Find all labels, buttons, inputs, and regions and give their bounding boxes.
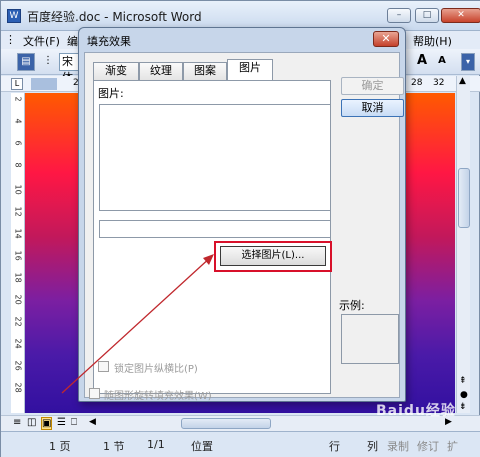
rotate-fill-checkbox[interactable] (89, 388, 100, 399)
vertical-ruler: 2 4 6 8 10 12 14 16 18 20 22 24 26 28 (11, 93, 25, 413)
ok-button[interactable]: 确定 (341, 77, 404, 95)
normal-view-icon[interactable]: ≡ (13, 417, 21, 428)
ruler-number: 24 (13, 338, 23, 349)
vertical-scrollbar[interactable]: ▲ ⇞ ● ⇟ (456, 76, 470, 413)
lock-ratio-label: 锁定图片纵横比(P) (114, 364, 198, 375)
tab-pattern[interactable]: 图案 (183, 62, 227, 80)
shrink-font-button[interactable]: A (433, 53, 451, 71)
ruler-number: 22 (13, 316, 23, 327)
ruler-number: 32 (433, 78, 445, 88)
print-view-icon[interactable]: ▣ (41, 417, 53, 430)
picture-label: 图片: (98, 87, 124, 100)
font-name-box[interactable]: 宋体 (59, 53, 79, 84)
status-record[interactable]: 录制 (387, 438, 409, 454)
next-page-icon[interactable]: ⇟ (459, 402, 467, 412)
save-icon[interactable]: ▤ (17, 53, 35, 71)
tab-gradient[interactable]: 渐变 (93, 62, 139, 80)
status-section: 1 节 (103, 440, 125, 453)
ruler-number: 28 (13, 382, 23, 393)
minimize-button[interactable]: – (387, 8, 411, 23)
grow-font-button[interactable]: A (413, 53, 431, 71)
close-button[interactable]: ✕ (441, 8, 480, 23)
menu-file[interactable]: 文件(F) (23, 33, 60, 49)
ruler-number: 20 (13, 294, 23, 305)
status-pages: 1/1 (147, 438, 165, 451)
dialog-body: 渐变 纹理 图案 图片 图片: 选择图片(L)... 锁定图片纵横比(P) 随图… (84, 52, 404, 402)
status-track[interactable]: 修订 (417, 438, 439, 454)
ruler-number: 4 (13, 118, 23, 124)
ruler-number: 26 (13, 360, 23, 371)
cancel-button[interactable]: 取消 (341, 99, 404, 117)
scroll-left-icon[interactable]: ◀ (89, 417, 96, 427)
select-browse-icon[interactable]: ● (460, 390, 468, 400)
outline-view-icon[interactable]: ☰ (57, 417, 66, 428)
ruler-number: 18 (13, 272, 23, 283)
prev-page-icon[interactable]: ⇞ (459, 376, 467, 386)
sample-preview (341, 314, 399, 364)
ruler-number: 10 (13, 184, 23, 195)
window-title: 百度经验.doc - Microsoft Word (27, 10, 202, 24)
web-view-icon[interactable]: ◫ (27, 417, 36, 428)
lock-ratio-checkbox[interactable] (98, 361, 109, 372)
picture-name-field (99, 220, 331, 238)
maximize-button[interactable]: □ (415, 8, 439, 23)
ruler-number: 6 (13, 140, 23, 146)
status-page: 1 页 (49, 440, 71, 453)
status-line: 行 (329, 440, 340, 453)
scroll-thumb[interactable] (458, 168, 470, 228)
status-bar: 1 页 1 节 1/1 位置 行 列 录制 修订 扩 (1, 431, 480, 457)
reading-view-icon[interactable]: ⎕ (71, 417, 77, 428)
ruler-number: 2 (13, 96, 23, 102)
ruler-number: 14 (13, 228, 23, 239)
scroll-up-icon[interactable]: ▲ (459, 76, 466, 86)
toolbar-grip-icon: ⋮ (43, 55, 53, 66)
sample-label: 示例: (339, 299, 365, 312)
tab-stop-icon[interactable]: L (11, 78, 23, 90)
dialog-close-button[interactable]: ✕ (373, 31, 399, 47)
rotate-fill-label: 随图形旋转填充效果(W) (104, 391, 212, 402)
ruler-number: 8 (13, 162, 23, 168)
menu-grip-icon: ⋮ (5, 33, 16, 46)
word-document-icon: W (7, 9, 21, 23)
menu-help[interactable]: 帮助(H) (413, 33, 452, 49)
toolbar-options-icon[interactable]: ▾ (461, 53, 475, 71)
hscroll-thumb[interactable] (181, 418, 271, 429)
dialog-title: 填充效果 (87, 35, 131, 48)
picture-preview-area (99, 104, 331, 211)
ruler-number: 12 (13, 206, 23, 217)
picture-tab-page: 图片: 选择图片(L)... 锁定图片纵横比(P) 随图形旋转填充效果(W) (89, 80, 332, 402)
status-position: 位置 (191, 440, 213, 453)
word-screen: { "window": { "title": "百度经验.doc - Micro… (0, 0, 480, 457)
tab-picture[interactable]: 图片 (227, 59, 273, 80)
status-column: 列 (367, 440, 378, 453)
tab-texture[interactable]: 纹理 (139, 62, 183, 80)
baidu-watermark: Baidu经验 (376, 403, 456, 419)
highlight-box (214, 241, 332, 272)
fill-effects-dialog: 填充效果 ✕ 渐变 纹理 图案 图片 图片: 选择图片(L)... 锁定图片纵横… (78, 27, 406, 402)
ruler-margin (31, 78, 57, 90)
ruler-number: 16 (13, 250, 23, 261)
status-extend[interactable]: 扩 (447, 438, 458, 454)
menu-edit[interactable]: 编 (67, 33, 78, 49)
